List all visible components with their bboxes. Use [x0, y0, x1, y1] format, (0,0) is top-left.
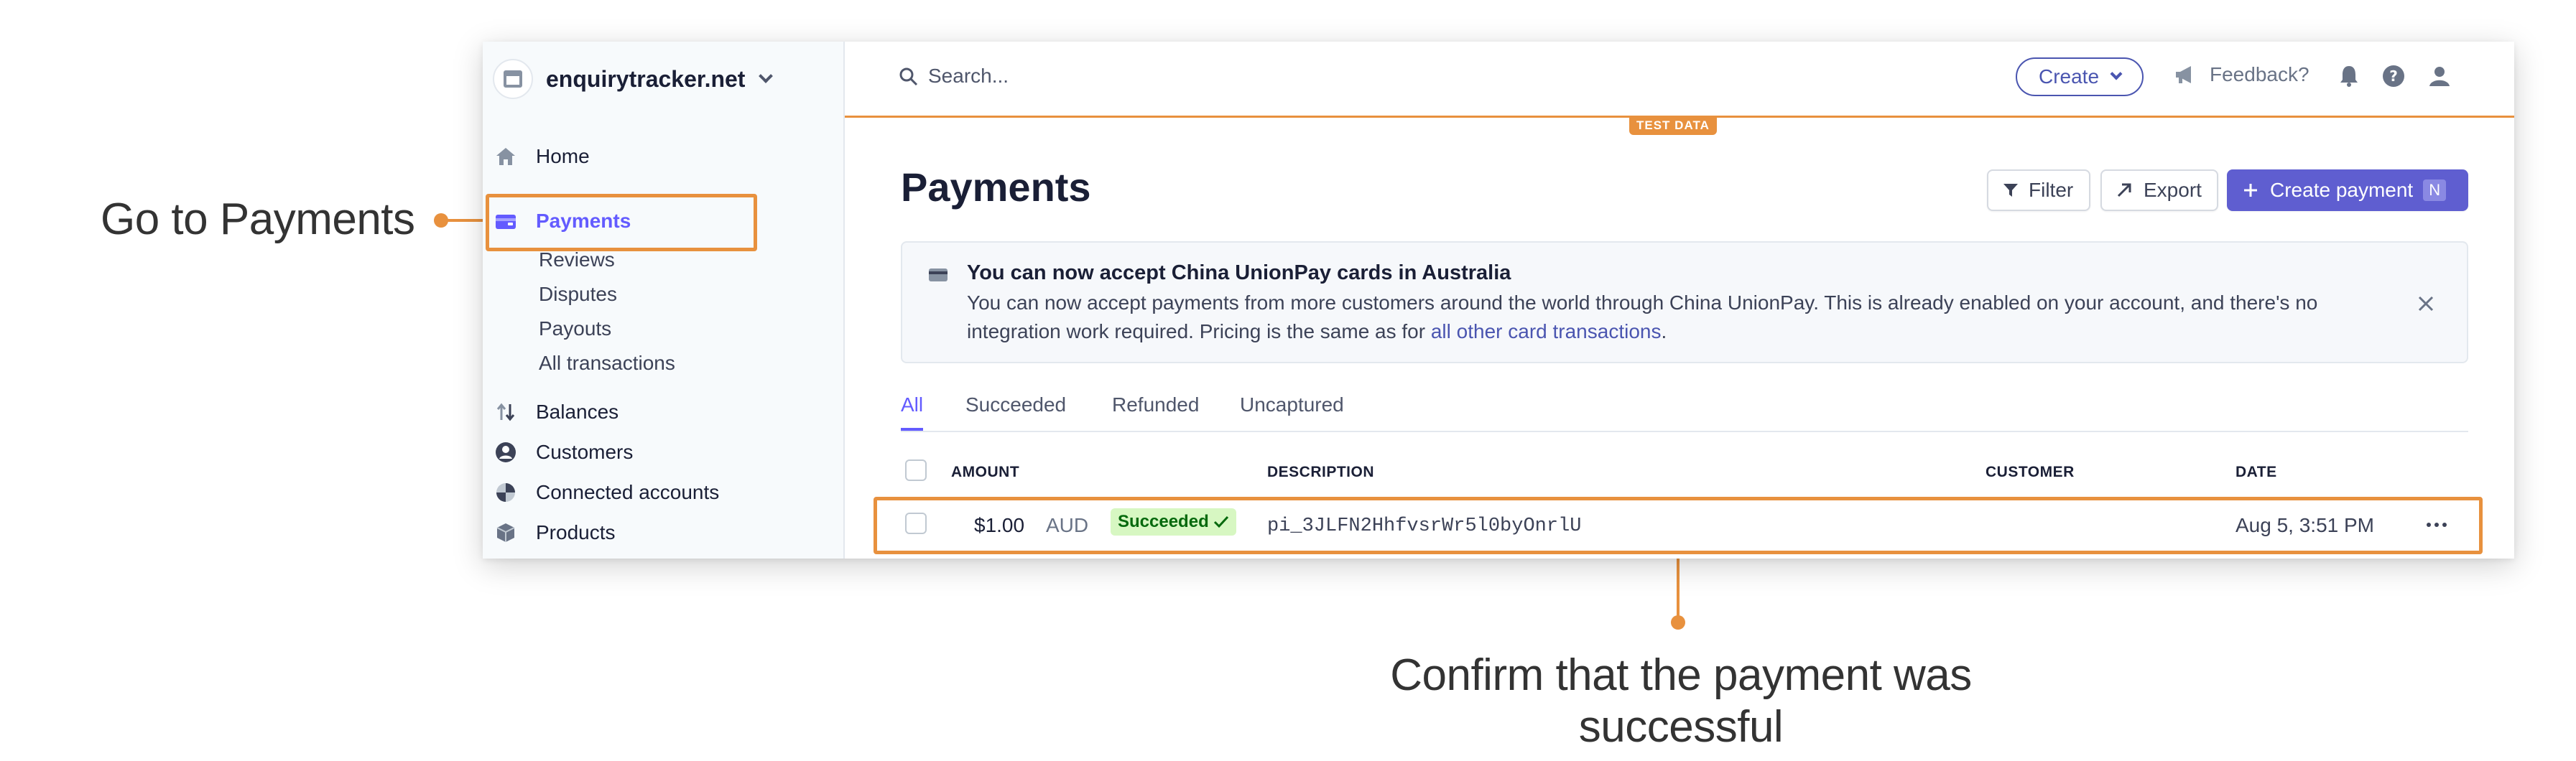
select-all-checkbox[interactable] [905, 459, 927, 481]
banner-title: You can now accept China UnionPay cards … [967, 261, 1511, 284]
annotation-go-to-payments: Go to Payments [101, 195, 415, 244]
plus-icon [2244, 184, 2257, 197]
credit-card-icon [929, 269, 948, 281]
tab-uncaptured[interactable]: Uncaptured [1240, 393, 1344, 428]
banner-link[interactable]: all other card transactions [1431, 320, 1662, 342]
close-icon[interactable] [2417, 294, 2435, 313]
sidebar-item-balances[interactable]: Balances [494, 401, 618, 424]
sidebar-subitem-disputes[interactable]: Disputes [539, 283, 617, 306]
sidebar-item-label: Home [536, 145, 590, 167]
topbar: Create Feedback? ? [845, 42, 2514, 118]
megaphone-icon [2176, 66, 2191, 83]
export-button[interactable]: Export [2100, 169, 2218, 211]
page-title: Payments [901, 164, 1091, 210]
annotation-confirm-payment: Confirm that the payment was successful [1390, 650, 1972, 752]
help-icon[interactable]: ? [2381, 63, 2406, 89]
sidebar-subitem-payouts[interactable]: Payouts [539, 317, 611, 340]
user-profile-icon[interactable] [2427, 63, 2452, 89]
chevron-down-icon [759, 69, 774, 83]
create-payment-label: Create payment [2270, 179, 2414, 201]
feedback-label: Feedback? [2210, 63, 2309, 85]
payment-tabs: All Succeeded Refunded Uncaptured [901, 385, 2468, 432]
create-button-label: Create [2038, 65, 2100, 88]
column-header-customer[interactable]: CUSTOMER [1986, 464, 2075, 481]
annotation-dot-bottom [1671, 615, 1685, 630]
filter-label: Filter [2029, 179, 2074, 201]
filter-button[interactable]: Filter [1987, 169, 2090, 211]
sidebar-item-connected-accounts[interactable]: Connected accounts [494, 481, 719, 504]
products-icon [494, 521, 517, 544]
tab-succeeded[interactable]: Succeeded [965, 393, 1066, 428]
sidebar-subitem-all-transactions[interactable]: All transactions [539, 352, 675, 375]
balances-icon [494, 401, 517, 424]
main-content: Create Feedback? ? TEST DATA Payments Fi… [845, 42, 2514, 559]
search-input[interactable] [928, 62, 1359, 90]
sidebar-item-products[interactable]: Products [494, 521, 616, 544]
sidebar: enquirytracker.net Home Payments Reviews… [483, 42, 845, 559]
tab-all[interactable]: All [901, 393, 924, 431]
app-window: enquirytracker.net Home Payments Reviews… [483, 42, 2514, 559]
bell-icon[interactable] [2336, 63, 2362, 89]
keyboard-shortcut-badge: N [2423, 179, 2447, 201]
column-header-description[interactable]: DESCRIPTION [1267, 464, 1374, 481]
create-payment-button[interactable]: Create payment N [2227, 169, 2468, 211]
account-name: enquirytracker.net [546, 65, 746, 92]
connected-accounts-icon [494, 481, 517, 504]
chevron-down-icon [2110, 67, 2123, 80]
customers-icon [494, 441, 517, 464]
banner-body: You can now accept payments from more cu… [967, 289, 2375, 346]
tab-refunded[interactable]: Refunded [1112, 393, 1199, 428]
account-switcher[interactable]: enquirytracker.net [493, 57, 774, 101]
highlight-payments-nav [486, 194, 757, 251]
export-arrow-icon [2117, 183, 2131, 197]
annotation-line-bottom [1677, 553, 1680, 625]
info-banner: You can now accept China UnionPay cards … [901, 241, 2468, 363]
test-data-badge: TEST DATA [1629, 116, 1717, 135]
sidebar-item-customers[interactable]: Customers [494, 441, 633, 464]
sidebar-item-label: Products [536, 521, 616, 543]
account-logo-icon [493, 59, 533, 99]
banner-text-end: . [1661, 320, 1667, 342]
svg-text:?: ? [2389, 67, 2398, 85]
export-label: Export [2144, 179, 2202, 201]
search-icon [899, 67, 918, 86]
filter-icon [2003, 184, 2018, 197]
sidebar-item-home[interactable]: Home [494, 145, 590, 168]
sidebar-item-label: Connected accounts [536, 481, 720, 503]
sidebar-subitem-reviews[interactable]: Reviews [539, 248, 615, 271]
feedback-button[interactable]: Feedback? [2174, 63, 2309, 86]
sidebar-item-label: Balances [536, 401, 619, 423]
highlight-payment-row [874, 497, 2483, 554]
column-header-amount[interactable]: AMOUNT [951, 464, 1019, 481]
home-icon [494, 145, 517, 168]
sidebar-item-label: Customers [536, 441, 634, 463]
create-button[interactable]: Create [2016, 57, 2144, 96]
column-header-date[interactable]: DATE [2236, 464, 2277, 481]
annotation-line-left [441, 219, 486, 222]
